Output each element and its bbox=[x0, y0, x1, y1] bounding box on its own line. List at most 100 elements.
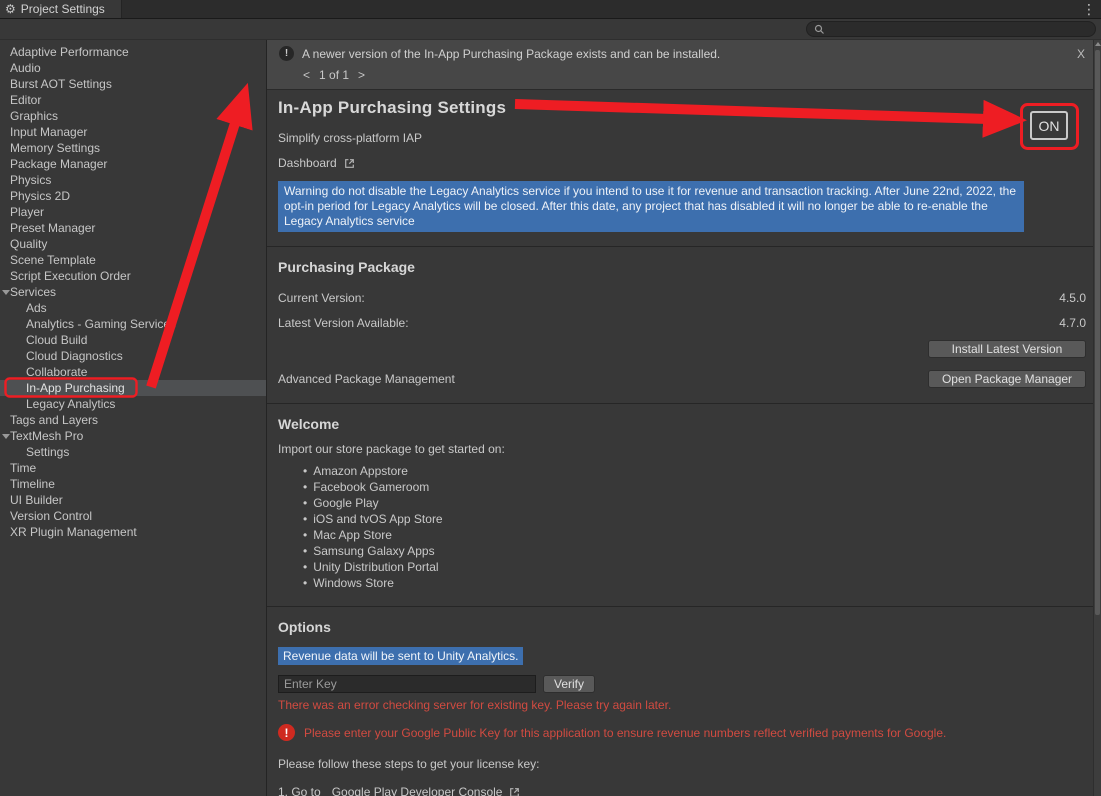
page-title: In-App Purchasing Settings bbox=[278, 98, 1087, 118]
current-version-label: Current Version: bbox=[278, 291, 365, 305]
sidebar-item-physics[interactable]: Physics bbox=[0, 172, 266, 188]
sidebar-item-legacy-analytics[interactable]: Legacy Analytics bbox=[0, 396, 266, 412]
sidebar-item-physics-2d[interactable]: Physics 2D bbox=[0, 188, 266, 204]
sidebar-item-label: Adaptive Performance bbox=[10, 45, 129, 59]
main-panel: ! A newer version of the In-App Purchasi… bbox=[267, 40, 1101, 796]
sidebar-item-label: Timeline bbox=[10, 477, 55, 491]
sidebar-item-label: Graphics bbox=[10, 109, 58, 123]
current-version-value: 4.5.0 bbox=[1059, 291, 1086, 305]
sidebar-item-label: Scene Template bbox=[10, 253, 96, 267]
sidebar-item-editor[interactable]: Editor bbox=[0, 92, 266, 108]
store-list-item: Unity Distribution Portal bbox=[303, 560, 1086, 576]
sidebar-item-label: Services bbox=[10, 285, 56, 299]
vertical-scrollbar[interactable] bbox=[1093, 40, 1101, 796]
sidebar-item-ads[interactable]: Ads bbox=[0, 300, 266, 316]
tab-project-settings[interactable]: ⚙ Project Settings bbox=[0, 0, 122, 18]
legacy-analytics-warning: Warning do not disable the Legacy Analyt… bbox=[278, 181, 1024, 232]
sidebar-item-version-control[interactable]: Version Control bbox=[0, 508, 266, 524]
notification-prev-button[interactable]: < bbox=[303, 68, 310, 82]
sidebar-item-preset-manager[interactable]: Preset Manager bbox=[0, 220, 266, 236]
notification-message: A newer version of the In-App Purchasing… bbox=[302, 47, 720, 61]
dashboard-link-label: Dashboard bbox=[278, 156, 337, 170]
latest-version-label: Latest Version Available: bbox=[278, 316, 409, 330]
sidebar-item-time[interactable]: Time bbox=[0, 460, 266, 476]
sidebar-item-label: Analytics - Gaming Services bbox=[26, 317, 176, 331]
sidebar-item-collaborate[interactable]: Collaborate bbox=[0, 364, 266, 380]
sidebar-item-player[interactable]: Player bbox=[0, 204, 266, 220]
sidebar-item-timeline[interactable]: Timeline bbox=[0, 476, 266, 492]
store-list-item: Facebook Gameroom bbox=[303, 480, 1086, 496]
latest-version-row: Latest Version Available: 4.7.0 bbox=[278, 310, 1086, 335]
google-play-console-link[interactable]: Google Play Developer Console bbox=[332, 785, 503, 796]
scrollbar-thumb[interactable] bbox=[1095, 50, 1100, 615]
sidebar-item-analytics-gaming-services[interactable]: Analytics - Gaming Services bbox=[0, 316, 266, 332]
sidebar-item-label: Audio bbox=[10, 61, 41, 75]
sidebar-item-label: Package Manager bbox=[10, 157, 107, 171]
gear-icon: ⚙ bbox=[5, 3, 16, 15]
options-heading: Options bbox=[278, 619, 1086, 635]
sidebar-item-burst-aot-settings[interactable]: Burst AOT Settings bbox=[0, 76, 266, 92]
sidebar-item-services[interactable]: Services bbox=[0, 284, 266, 300]
sidebar-item-adaptive-performance[interactable]: Adaptive Performance bbox=[0, 44, 266, 60]
sidebar-item-label: In-App Purchasing bbox=[26, 381, 125, 395]
sidebar-item-in-app-purchasing[interactable]: In-App Purchasing bbox=[0, 380, 266, 396]
sidebar-item-label: Time bbox=[10, 461, 36, 475]
sidebar-item-input-manager[interactable]: Input Manager bbox=[0, 124, 266, 140]
sidebar-item-script-execution-order[interactable]: Script Execution Order bbox=[0, 268, 266, 284]
project-settings-window: ⚙ Project Settings ⋮ Adaptive Performanc… bbox=[0, 0, 1101, 796]
license-step-1: 1. Go to Google Play Developer Console bbox=[278, 785, 1086, 796]
sidebar-item-cloud-diagnostics[interactable]: Cloud Diagnostics bbox=[0, 348, 266, 364]
sidebar-item-label: Input Manager bbox=[10, 125, 87, 139]
search-icon bbox=[814, 24, 825, 35]
verify-button[interactable]: Verify bbox=[543, 675, 595, 693]
sidebar-item-textmesh-pro[interactable]: TextMesh Pro bbox=[0, 428, 266, 444]
sidebar-item-label: Preset Manager bbox=[10, 221, 95, 235]
settings-sidebar: Adaptive Performance Audio Burst AOT Setti… bbox=[0, 40, 267, 796]
sidebar-item-settings[interactable]: Settings bbox=[0, 444, 266, 460]
sidebar-item-label: Quality bbox=[10, 237, 47, 251]
options-section: Options Revenue data will be sent to Uni… bbox=[267, 606, 1101, 796]
store-list-item: Samsung Galaxy Apps bbox=[303, 544, 1086, 560]
sidebar-item-tags-and-layers[interactable]: Tags and Layers bbox=[0, 412, 266, 428]
purchasing-package-section: Purchasing Package Current Version: 4.5.… bbox=[267, 246, 1101, 403]
search-box[interactable] bbox=[806, 21, 1096, 37]
info-icon: ! bbox=[279, 46, 294, 61]
sidebar-item-label: XR Plugin Management bbox=[10, 525, 137, 539]
step-1-prefix: 1. Go to bbox=[278, 785, 321, 796]
sidebar-item-quality[interactable]: Quality bbox=[0, 236, 266, 252]
simplify-iap-label: Simplify cross-platform IAP bbox=[278, 131, 1087, 145]
foldout-open-icon[interactable] bbox=[2, 434, 10, 439]
store-list-item: iOS and tvOS App Store bbox=[303, 512, 1086, 528]
sidebar-item-label: Cloud Diagnostics bbox=[26, 349, 123, 363]
sidebar-item-audio[interactable]: Audio bbox=[0, 60, 266, 76]
sidebar-item-label: Memory Settings bbox=[10, 141, 100, 155]
sidebar-item-label: Editor bbox=[10, 93, 41, 107]
sidebar-item-package-manager[interactable]: Package Manager bbox=[0, 156, 266, 172]
google-public-key-input[interactable] bbox=[278, 675, 536, 693]
foldout-open-icon[interactable] bbox=[2, 290, 10, 295]
iap-enabled-toggle[interactable]: ON bbox=[1030, 111, 1068, 140]
store-list-item: Amazon Appstore bbox=[303, 464, 1086, 480]
welcome-intro: Import our store package to get started … bbox=[278, 442, 1086, 456]
kebab-menu-icon[interactable]: ⋮ bbox=[1082, 0, 1096, 19]
install-latest-version-button[interactable]: Install Latest Version bbox=[928, 340, 1086, 358]
sidebar-item-label: Burst AOT Settings bbox=[10, 77, 112, 91]
sidebar-item-cloud-build[interactable]: Cloud Build bbox=[0, 332, 266, 348]
scroll-up-arrow-icon[interactable] bbox=[1095, 42, 1101, 46]
sidebar-item-memory-settings[interactable]: Memory Settings bbox=[0, 140, 266, 156]
notification-next-button[interactable]: > bbox=[358, 68, 365, 82]
error-icon: ! bbox=[278, 724, 295, 741]
sidebar-item-graphics[interactable]: Graphics bbox=[0, 108, 266, 124]
sidebar-item-label: Script Execution Order bbox=[10, 269, 131, 283]
sidebar-item-xr-plugin-management[interactable]: XR Plugin Management bbox=[0, 524, 266, 540]
store-list: Amazon AppstoreFacebook GameroomGoogle P… bbox=[303, 464, 1086, 592]
window-titlebar: ⚙ Project Settings ⋮ bbox=[0, 0, 1101, 19]
dashboard-link[interactable]: Dashboard bbox=[278, 156, 1087, 170]
open-package-manager-button[interactable]: Open Package Manager bbox=[928, 370, 1086, 388]
search-input[interactable] bbox=[829, 23, 1088, 35]
notification-close-button[interactable]: X bbox=[1077, 47, 1085, 61]
sidebar-item-ui-builder[interactable]: UI Builder bbox=[0, 492, 266, 508]
toolbar bbox=[0, 19, 1101, 40]
store-list-item: Google Play bbox=[303, 496, 1086, 512]
sidebar-item-scene-template[interactable]: Scene Template bbox=[0, 252, 266, 268]
